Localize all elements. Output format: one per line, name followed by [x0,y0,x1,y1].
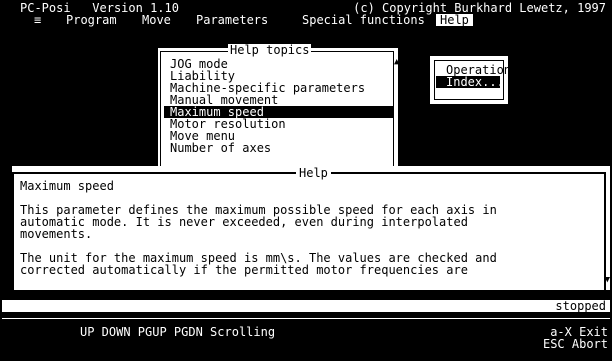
scroll-key-hint: UP DOWN PGUP PGDN Scrolling [80,325,276,339]
status-bar: stopped [2,300,610,312]
status-text: stopped [555,299,606,313]
help-dropdown-menu: Operation Index... [430,56,511,104]
scroll-up-icon[interactable]: ▲ [394,56,399,68]
menu-special-functions[interactable]: Special functions [302,14,425,26]
help-line: movements. [20,227,93,241]
help-heading: Maximum speed [20,179,114,193]
menu-help[interactable]: Help [436,14,473,26]
abort-key-hint[interactable]: ESC Abort [543,338,608,350]
topics-title: Help topics [228,43,312,57]
system-menu-icon[interactable]: ≡ [34,14,41,26]
menu-item-index[interactable]: Index... [436,76,504,88]
help-line: corrected automatically if the permitted… [20,263,468,277]
title-menu-bar: PC-Posi Version 1.10 (c) Copyright Burkh… [2,2,610,26]
help-text-panel: Help Maximum speed This parameter define… [12,166,610,290]
help-topics-list: Help topics ▲ JOG mode Liability Machine… [158,44,399,168]
menu-parameters[interactable]: Parameters [196,14,268,26]
topic-item[interactable]: Number of axes [170,142,394,154]
divider [2,318,610,319]
scroll-down-icon[interactable]: ▼ [605,274,610,286]
menu-program[interactable]: Program [66,14,117,26]
help-panel-title: Help [296,167,331,179]
menu-move[interactable]: Move [142,14,171,26]
